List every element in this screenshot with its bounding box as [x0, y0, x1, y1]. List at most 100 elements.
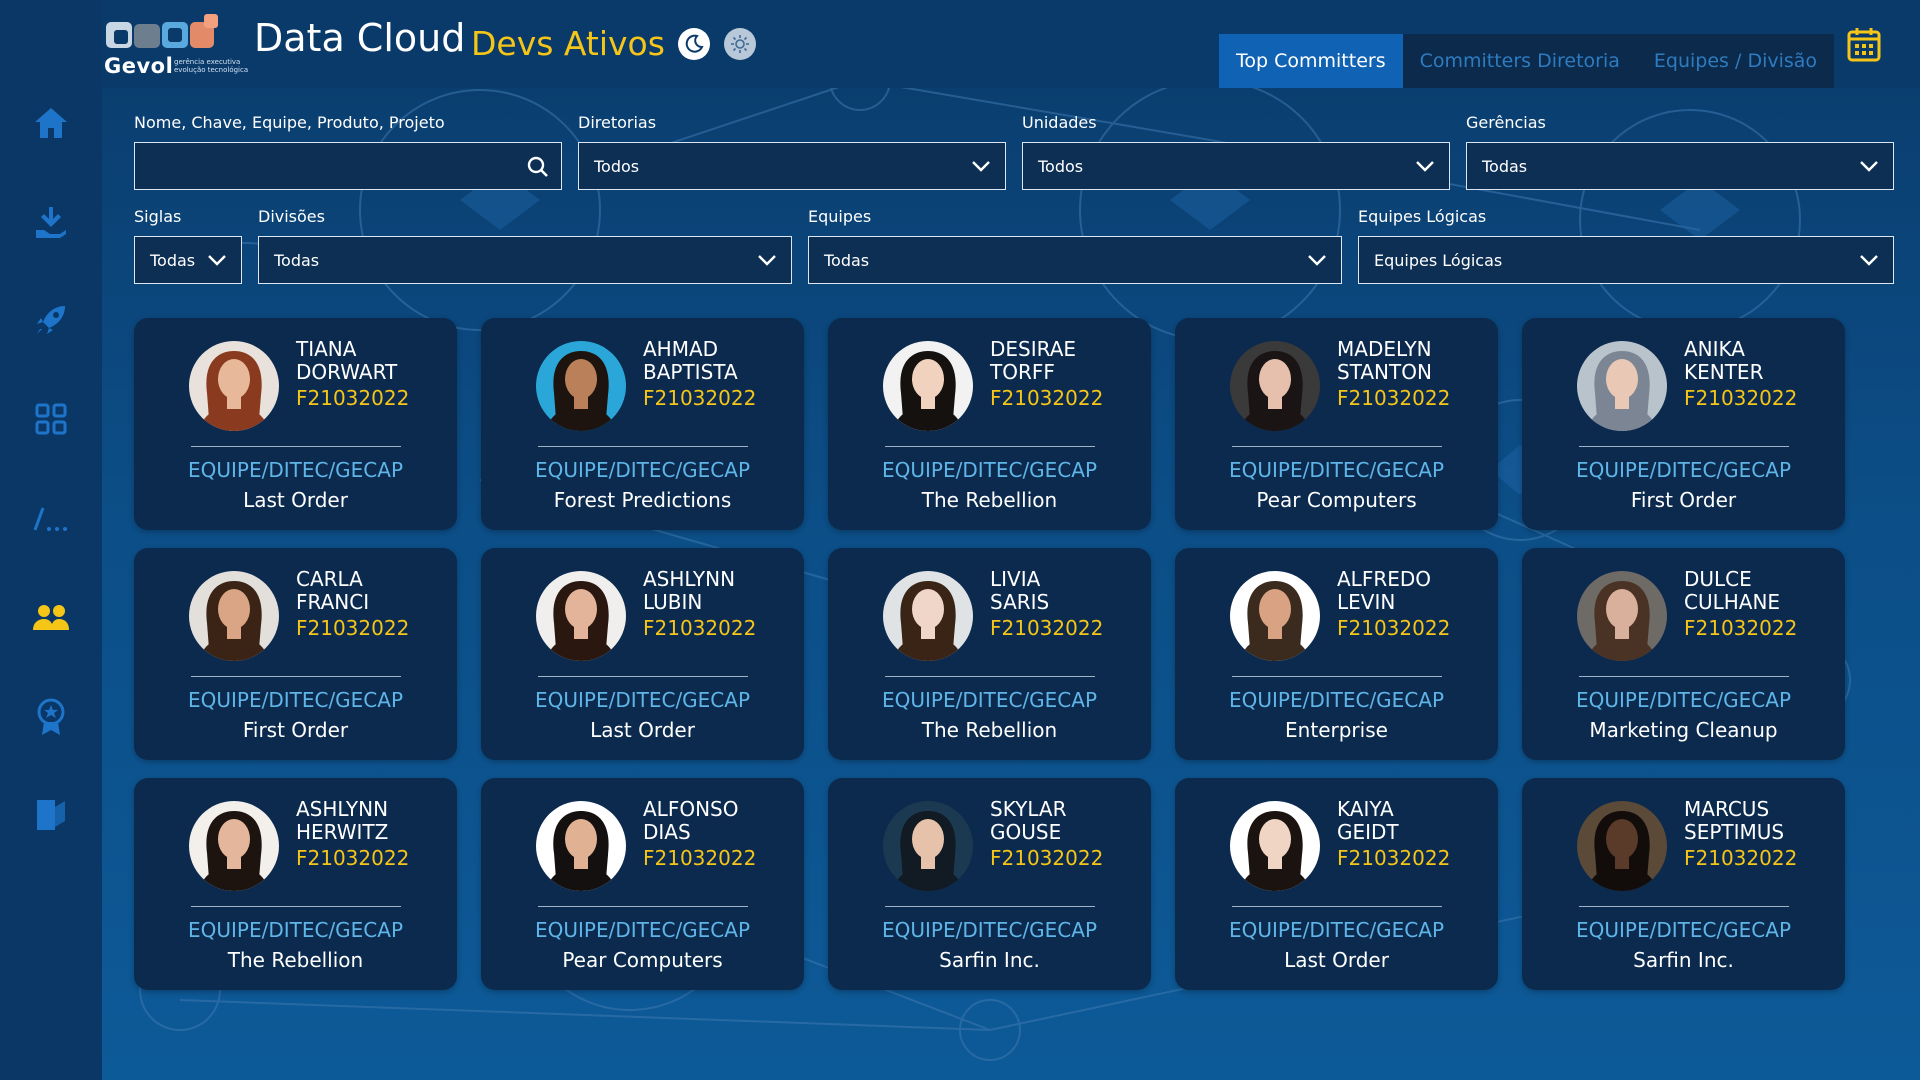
committer-first-name: SKYLAR	[990, 797, 1067, 821]
download-hand-icon	[36, 207, 66, 238]
committer-code: F21032022	[1684, 846, 1798, 870]
committer-card[interactable]: CARLA FRANCI F21032022 EQUIPE/DITEC/GECA…	[134, 548, 457, 760]
avatar	[883, 801, 973, 891]
avatar	[1230, 801, 1320, 891]
committer-card[interactable]: ANIKA KENTER F21032022 EQUIPE/DITEC/GECA…	[1522, 318, 1845, 530]
tab-equipes-divisao[interactable]: Equipes / Divisão	[1637, 34, 1834, 88]
committer-first-name: AHMAD	[643, 337, 719, 361]
divisoes-select[interactable]: Todas	[258, 236, 792, 284]
committer-card[interactable]: AHMAD BAPTISTA F21032022 EQUIPE/DITEC/GE…	[481, 318, 804, 530]
diretorias-select[interactable]: Todos	[578, 142, 1006, 190]
award-icon	[37, 698, 65, 735]
committer-team: EQUIPE/DITEC/GECAP	[881, 458, 1098, 482]
committer-project: Pear Computers	[1256, 488, 1417, 512]
committer-project: Marketing Cleanup	[1589, 718, 1778, 742]
card-divider	[1232, 446, 1442, 447]
avatar-photo	[189, 341, 279, 431]
chevron-down-icon	[1416, 161, 1434, 172]
siglas-select[interactable]: Todas	[134, 236, 242, 284]
sidebar-item-deploy[interactable]	[27, 198, 75, 246]
search-input[interactable]	[135, 143, 561, 189]
sun-icon	[731, 35, 749, 53]
avatar-photo	[189, 571, 279, 661]
committer-card[interactable]: KAIYA GEIDT F21032022 EQUIPE/DITEC/GECAP…	[1175, 778, 1498, 990]
avatar-photo	[1577, 801, 1667, 891]
sidebar-item-launch[interactable]	[27, 296, 75, 344]
avatar	[1230, 341, 1320, 431]
committer-code: F21032022	[990, 846, 1104, 870]
committer-card[interactable]: ASHLYNN HERWITZ F21032022 EQUIPE/DITEC/G…	[134, 778, 457, 990]
committer-last-name: LUBIN	[643, 590, 703, 614]
committer-card[interactable]: MADELYN STANTON F21032022 EQUIPE/DITEC/G…	[1175, 318, 1498, 530]
avatar-photo	[536, 801, 626, 891]
unidades-select[interactable]: Todos	[1022, 142, 1450, 190]
committer-team: EQUIPE/DITEC/GECAP	[534, 458, 751, 482]
committer-last-name: FRANCI	[296, 590, 370, 614]
committer-card[interactable]: SKYLAR GOUSE F21032022 EQUIPE/DITEC/GECA…	[828, 778, 1151, 990]
committer-code: F21032022	[1337, 846, 1451, 870]
card-divider	[1232, 676, 1442, 677]
dark-mode-button[interactable]	[678, 28, 710, 60]
committer-first-name: TIANA	[296, 337, 357, 361]
avatar	[189, 801, 279, 891]
sidebar-item-exit[interactable]	[27, 791, 75, 839]
committer-code: F21032022	[296, 386, 410, 410]
committer-card[interactable]: ALFONSO DIAS F21032022 EQUIPE/DITEC/GECA…	[481, 778, 804, 990]
sidebar-item-apps[interactable]	[27, 395, 75, 443]
committer-card[interactable]: MARCUS SEPTIMUS F21032022 EQUIPE/DITEC/G…	[1522, 778, 1845, 990]
sidebar-item-users[interactable]	[27, 594, 75, 642]
card-divider	[885, 906, 1095, 907]
committer-project: First Order	[242, 718, 349, 742]
avatar-photo	[1230, 341, 1320, 431]
committer-last-name: SARIS	[990, 590, 1050, 614]
committer-last-name: CULHANE	[1684, 590, 1781, 614]
unidades-value: Todos	[1038, 157, 1084, 176]
card-divider	[538, 676, 748, 677]
card-divider	[885, 676, 1095, 677]
equipes-logicas-select[interactable]: Equipes Lógicas	[1358, 236, 1894, 284]
committer-card[interactable]: ALFREDO LEVIN F21032022 EQUIPE/DITEC/GEC…	[1175, 548, 1498, 760]
gerencias-select[interactable]: Todas	[1466, 142, 1894, 190]
card-divider	[1579, 906, 1789, 907]
avatar	[1230, 571, 1320, 661]
committer-card[interactable]: DESIRAE TORFF F21032022 EQUIPE/DITEC/GEC…	[828, 318, 1151, 530]
committer-card[interactable]: DULCE CULHANE F21032022 EQUIPE/DITEC/GEC…	[1522, 548, 1845, 760]
diretorias-value: Todos	[594, 157, 640, 176]
calendar-button[interactable]	[1847, 26, 1881, 62]
committer-card[interactable]: TIANA DORWART F21032022 EQUIPE/DITEC/GEC…	[134, 318, 457, 530]
committer-card[interactable]: LIVIA SARIS F21032022 EQUIPE/DITEC/GECAP…	[828, 548, 1151, 760]
gerencias-value: Todas	[1482, 157, 1528, 176]
committer-code: F21032022	[1337, 386, 1451, 410]
search-icon[interactable]	[527, 156, 549, 178]
committer-first-name: ALFREDO	[1337, 567, 1432, 591]
siglas-value: Todas	[150, 251, 196, 270]
light-mode-button[interactable]	[724, 28, 756, 60]
committer-project: Last Order	[1284, 948, 1389, 972]
committer-card[interactable]: ASHLYNN LUBIN F21032022 EQUIPE/DITEC/GEC…	[481, 548, 804, 760]
committer-code: F21032022	[1337, 616, 1451, 640]
equipes-select[interactable]: Todas	[808, 236, 1342, 284]
card-divider	[1232, 906, 1442, 907]
committer-code: F21032022	[643, 846, 757, 870]
card-divider	[1579, 676, 1789, 677]
app-title: Data Cloud	[254, 16, 466, 60]
committer-first-name: ASHLYNN	[296, 797, 389, 821]
committers-grid: TIANA DORWART F21032022 EQUIPE/DITEC/GEC…	[134, 318, 1847, 990]
chevron-down-icon	[758, 255, 776, 266]
sidebar-item-home[interactable]	[27, 99, 75, 147]
apps-grid-icon	[35, 403, 67, 435]
avatar	[536, 801, 626, 891]
chevron-down-icon	[208, 255, 226, 266]
sidebar-item-awards[interactable]	[27, 693, 75, 741]
card-divider	[191, 446, 401, 447]
code-slash-icon	[33, 507, 67, 531]
equipes-value: Todas	[824, 251, 870, 270]
gerencias-label: Gerências	[1466, 113, 1546, 132]
calendar-icon	[1847, 28, 1881, 62]
committer-code: F21032022	[990, 386, 1104, 410]
avatar	[1577, 341, 1667, 431]
tab-top-committers[interactable]: Top Committers	[1219, 34, 1403, 88]
committer-first-name: ANIKA	[1684, 337, 1745, 361]
tab-committers-diretoria[interactable]: Committers Diretoria	[1403, 34, 1637, 88]
sidebar-item-code[interactable]	[27, 495, 75, 543]
